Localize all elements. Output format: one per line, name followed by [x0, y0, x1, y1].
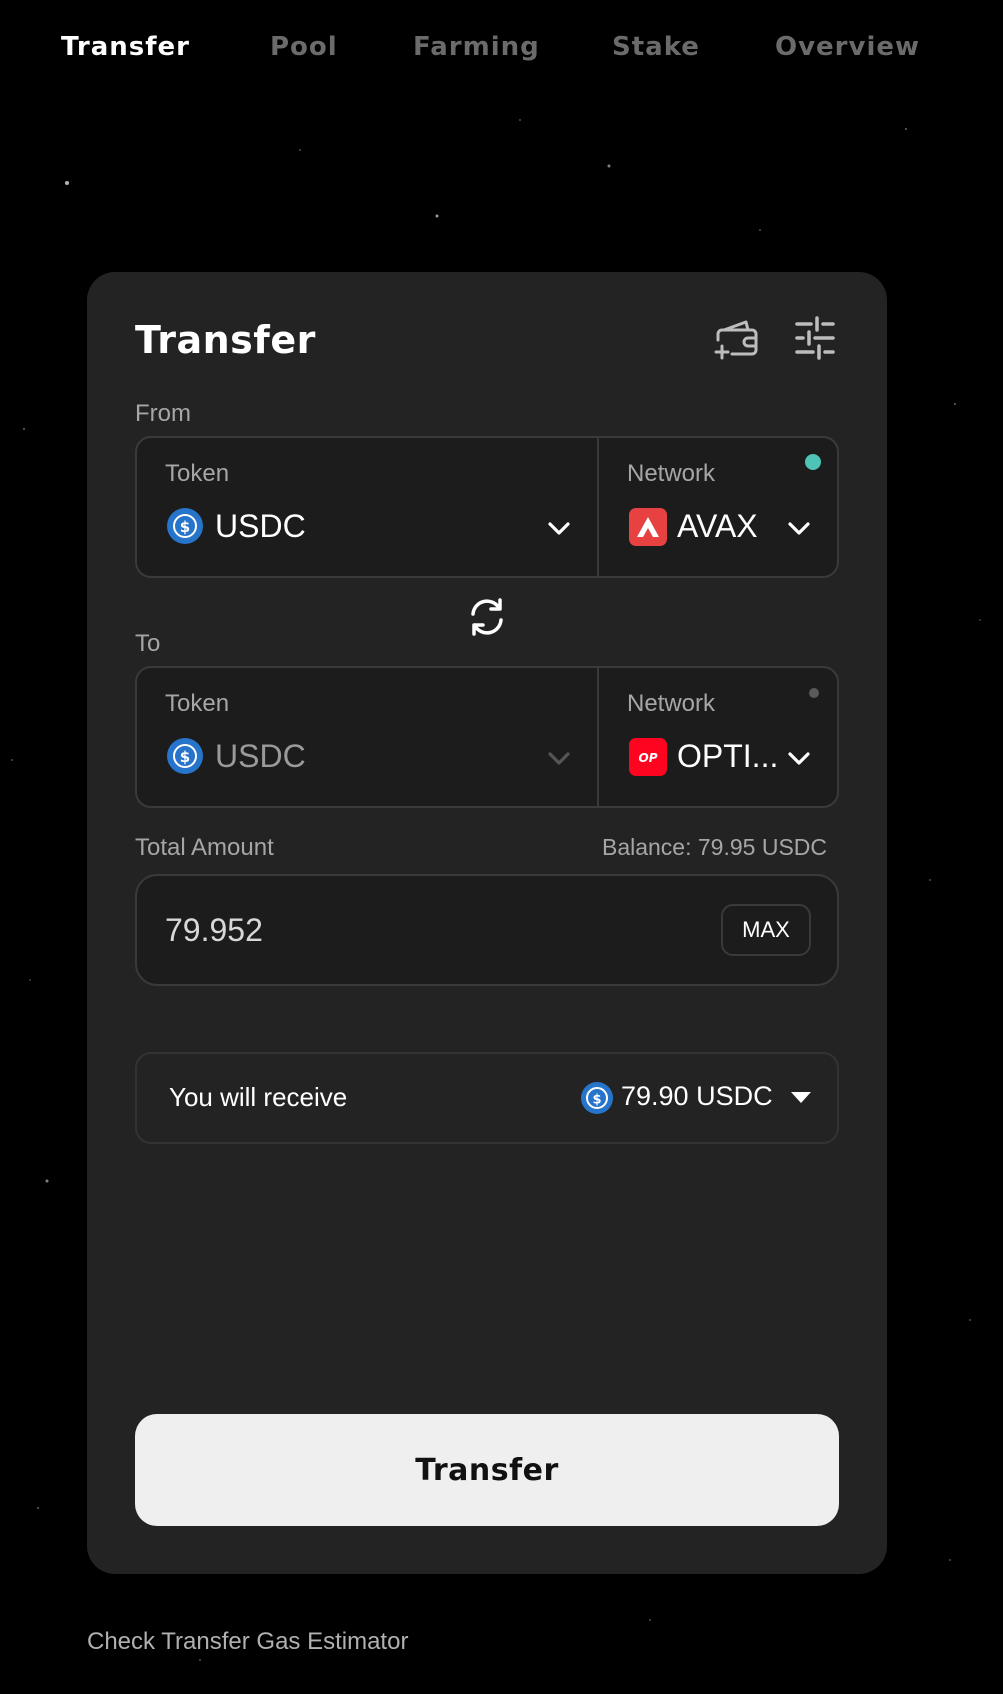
from-token-value[interactable]: USDC [215, 508, 306, 545]
selector-divider [597, 668, 599, 806]
nav-tab-farming[interactable]: Farming [413, 32, 540, 62]
optimism-icon: OP [629, 738, 667, 776]
nav-tab-stake[interactable]: Stake [612, 32, 700, 62]
to-network-label: Network [627, 690, 716, 717]
to-token-chevron-down-icon [545, 744, 573, 772]
receive-value: 79.90 USDC [621, 1081, 773, 1111]
settings-sliders-icon[interactable] [791, 314, 839, 362]
nav-tab-transfer[interactable]: Transfer [61, 32, 190, 62]
wallet-add-icon[interactable] [712, 314, 760, 362]
selector-divider [597, 438, 599, 576]
to-label: To [135, 630, 161, 657]
receive-summary[interactable]: You will receive $ 79.90 USDC [135, 1052, 839, 1144]
from-network-chevron-down-icon[interactable] [785, 514, 813, 542]
svg-text:OP: OP [639, 751, 658, 765]
total-amount-label: Total Amount [135, 834, 274, 861]
to-network-status-dot [809, 688, 819, 698]
svg-text:$: $ [592, 1093, 601, 1108]
nav-tab-overview[interactable]: Overview [775, 32, 920, 62]
avax-icon [629, 508, 667, 546]
from-network-value[interactable]: AVAX [677, 508, 758, 545]
amount-input[interactable] [165, 904, 665, 956]
from-label: From [135, 400, 191, 427]
swap-direction-icon[interactable] [464, 594, 510, 640]
to-selector: Token $ USDC Network OP OPTI... [135, 666, 839, 808]
max-button[interactable]: MAX [721, 904, 811, 956]
svg-text:$: $ [180, 518, 190, 536]
to-network-value[interactable]: OPTI... [677, 738, 778, 775]
to-network-chevron-down-icon[interactable] [785, 744, 813, 772]
svg-text:$: $ [180, 748, 190, 766]
receive-label: You will receive [169, 1082, 348, 1112]
from-token-chevron-down-icon[interactable] [545, 514, 573, 542]
nav-tab-pool[interactable]: Pool [270, 32, 338, 62]
to-token-value: USDC [215, 738, 306, 774]
transfer-card: Transfer From Token $ USDC Network AVAX … [87, 272, 887, 1574]
from-selector: Token $ USDC Network AVAX [135, 436, 839, 578]
amount-field: MAX [135, 874, 839, 986]
transfer-submit-button[interactable]: Transfer [135, 1414, 839, 1526]
usdc-icon: $ [167, 508, 203, 544]
from-token-label: Token [165, 460, 230, 487]
balance-text: Balance: 79.95 USDC [601, 834, 827, 860]
usdc-icon: $ [581, 1082, 613, 1114]
usdc-icon: $ [167, 738, 203, 774]
gas-estimator-link[interactable]: Check Transfer Gas Estimator [87, 1628, 408, 1656]
from-network-status-dot [805, 454, 821, 470]
from-network-label: Network [627, 460, 716, 487]
card-title: Transfer [135, 318, 316, 362]
to-token-label: Token [165, 690, 230, 717]
caret-down-icon[interactable] [789, 1088, 813, 1108]
